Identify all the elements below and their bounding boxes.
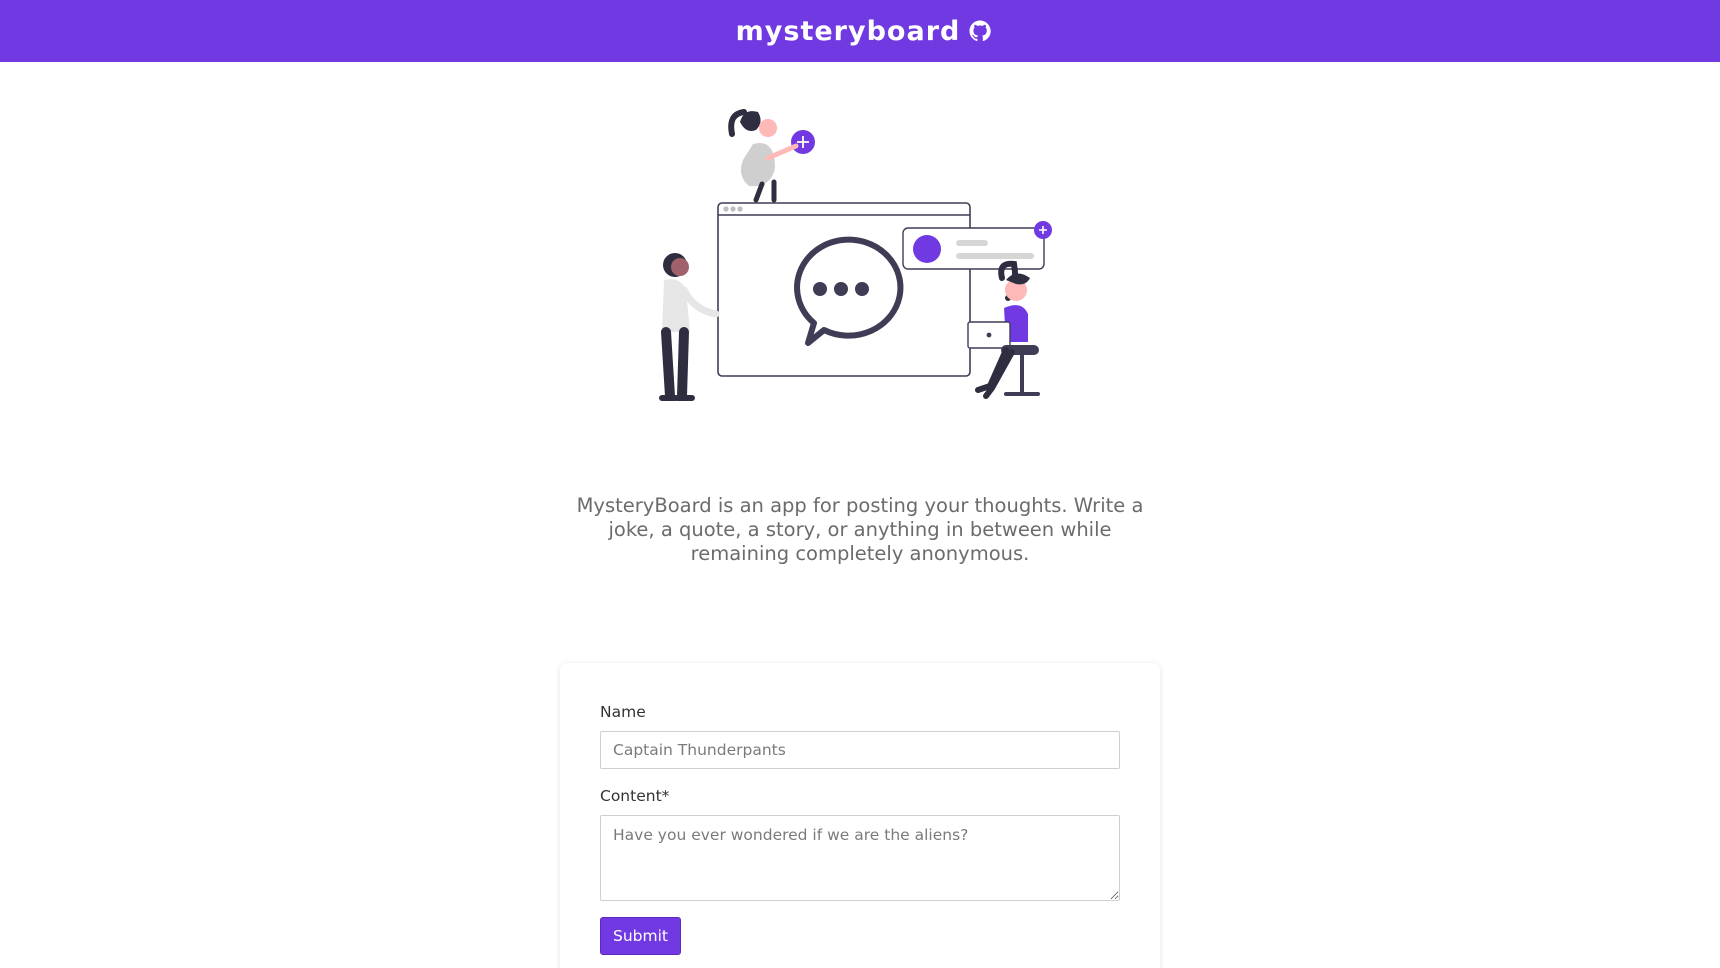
- content-label: Content*: [600, 787, 670, 805]
- brand-name: mysteryboard: [735, 15, 961, 47]
- submit-button[interactable]: Submit: [600, 917, 681, 955]
- navbar: mysteryboard: [0, 0, 1720, 62]
- github-icon[interactable]: [968, 19, 992, 43]
- post-form: Name Content* Submit: [560, 663, 1160, 968]
- content-input[interactable]: [600, 815, 1120, 901]
- people-chatting-illustration: [650, 100, 1070, 410]
- name-label: Name: [600, 703, 646, 721]
- name-input[interactable]: [600, 731, 1120, 769]
- brand-link[interactable]: mysteryboard: [736, 16, 993, 47]
- app-description: MysteryBoard is an app for posting your …: [576, 494, 1144, 565]
